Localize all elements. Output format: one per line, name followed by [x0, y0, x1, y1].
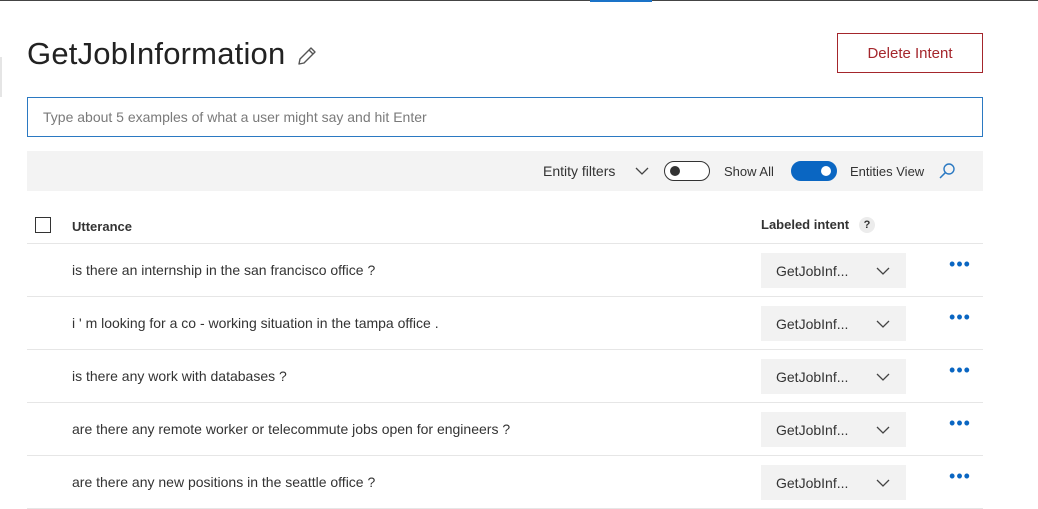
intent-dropdown-label: GetJobInf... — [776, 422, 849, 438]
page-title: GetJobInformation — [27, 36, 286, 71]
utterance-toolbar: Entity filters Show All Entities View — [27, 151, 983, 191]
table-row[interactable]: is there any work with databases ? GetJo… — [27, 350, 983, 403]
more-icon[interactable]: ••• — [949, 414, 971, 435]
entities-view-toggle[interactable] — [791, 161, 837, 181]
utterance-text: are there any new positions in the seatt… — [72, 474, 376, 490]
window-top-border — [0, 0, 1038, 1]
column-header-utterance[interactable]: Utterance — [72, 219, 132, 234]
intent-dropdown[interactable]: GetJobInf... — [761, 465, 906, 500]
show-all-toggle[interactable] — [664, 161, 710, 181]
intent-dropdown[interactable]: GetJobInf... — [761, 359, 906, 394]
title-row: GetJobInformation — [27, 36, 318, 72]
table-row[interactable]: are there any remote worker or telecommu… — [27, 403, 983, 456]
show-all-label: Show All — [724, 164, 774, 179]
utterance-text: are there any remote worker or telecommu… — [72, 421, 511, 437]
top-accent-bar — [590, 0, 652, 2]
search-icon[interactable] — [938, 162, 956, 180]
more-icon[interactable]: ••• — [949, 361, 971, 382]
more-icon[interactable]: ••• — [949, 308, 971, 329]
intent-dropdown[interactable]: GetJobInf... — [761, 306, 906, 341]
more-icon[interactable]: ••• — [949, 255, 971, 276]
column-header-labeled-intent[interactable]: Labeled intent — [761, 217, 849, 232]
table-row[interactable]: i ' m looking for a co - working situati… — [27, 297, 983, 350]
chevron-down-icon — [876, 426, 890, 434]
table-row[interactable]: are there any new positions in the seatt… — [27, 456, 983, 509]
pencil-icon[interactable] — [296, 45, 318, 67]
intent-dropdown-label: GetJobInf... — [776, 263, 849, 279]
chevron-down-icon — [876, 320, 890, 328]
intent-dropdown[interactable]: GetJobInf... — [761, 253, 906, 288]
delete-intent-button[interactable]: Delete Intent — [837, 33, 983, 73]
chevron-down-icon — [876, 267, 890, 275]
intent-dropdown[interactable]: GetJobInf... — [761, 412, 906, 447]
help-icon[interactable]: ? — [859, 217, 875, 233]
chevron-down-icon — [876, 479, 890, 487]
utterance-text: is there any work with databases ? — [72, 368, 287, 384]
intent-dropdown-label: GetJobInf... — [776, 369, 849, 385]
intent-dropdown-label: GetJobInf... — [776, 475, 849, 491]
left-edge-marker — [0, 57, 2, 97]
chevron-down-icon[interactable] — [634, 163, 650, 179]
intent-dropdown-label: GetJobInf... — [776, 316, 849, 332]
utterance-text: i ' m looking for a co - working situati… — [72, 315, 439, 331]
chevron-down-icon — [876, 373, 890, 381]
utterance-input[interactable] — [27, 97, 983, 137]
table-row[interactable]: is there an internship in the san franci… — [27, 244, 983, 297]
entities-view-label: Entities View — [850, 164, 925, 179]
more-icon[interactable]: ••• — [949, 467, 971, 488]
entity-filters-label[interactable]: Entity filters — [543, 163, 615, 179]
utterance-text: is there an internship in the san franci… — [72, 262, 376, 278]
select-all-checkbox[interactable] — [35, 217, 51, 233]
